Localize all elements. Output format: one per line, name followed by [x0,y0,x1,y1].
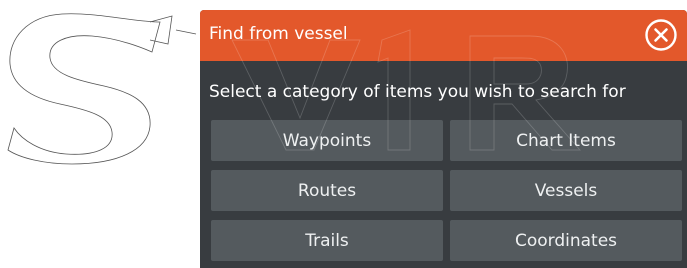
watermark-letter-s [7,13,161,165]
dialog-titlebar: Find from vessel [200,10,687,61]
vessels-button[interactable]: Vessels [450,170,682,211]
waypoints-button[interactable]: Waypoints [211,120,443,161]
trails-button[interactable]: Trails [211,220,443,261]
find-from-vessel-dialog: Find from vessel Select a category of it… [200,10,687,268]
routes-button[interactable]: Routes [211,170,443,211]
dialog-prompt: Select a category of items you wish to s… [209,82,626,102]
coordinates-button[interactable]: Coordinates [450,220,682,261]
screen: Find from vessel Select a category of it… [0,0,687,268]
close-button[interactable] [644,18,678,52]
close-circle-icon [645,19,677,51]
chart-items-button[interactable]: Chart Items [450,120,682,161]
dialog-title: Find from vessel [209,24,348,44]
